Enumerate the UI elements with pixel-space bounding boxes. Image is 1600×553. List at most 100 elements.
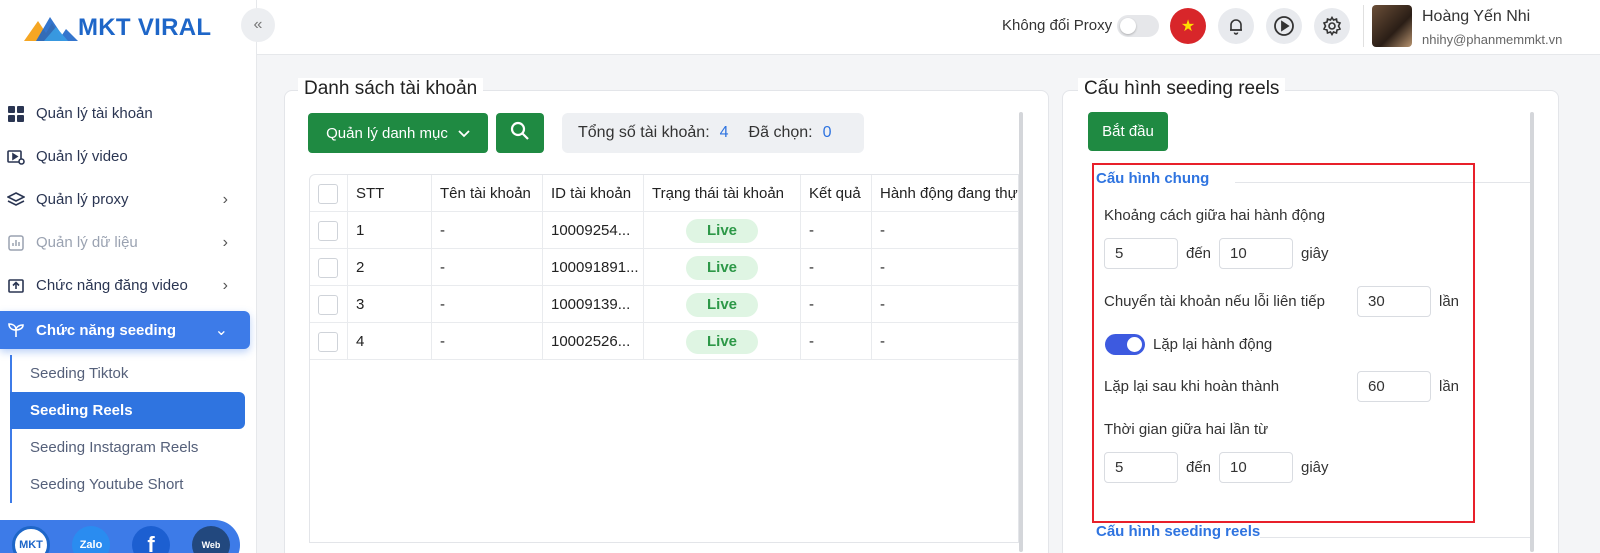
sprout-icon [6, 320, 26, 340]
top-header: Không đổi Proxy ★ Hoàng Yến Nhi nhihy@ph… [257, 0, 1600, 55]
sidebar-item-data[interactable]: Quản lý dữ liệu › [0, 221, 250, 264]
selected-label: Đã chọn: [748, 124, 813, 141]
sidebar-item-videos[interactable]: Quản lý video [0, 135, 250, 178]
zalo-icon[interactable]: Zalo [72, 526, 110, 553]
chevron-down-icon [458, 125, 470, 142]
manage-category-label: Quản lý danh mục [326, 124, 448, 142]
gear-icon[interactable] [1314, 8, 1350, 44]
chevron-right-icon: › [222, 190, 228, 208]
search-icon [510, 121, 530, 145]
social-bar: MKT Zalo f Web [0, 520, 240, 553]
table-header-row: STT Tên tài khoản ID tài khoản Trạng thá… [310, 175, 1018, 212]
cell-action: - [880, 222, 885, 239]
chevron-right-icon: › [222, 276, 228, 294]
table-row[interactable]: 1 - 10009254... Live - - [310, 212, 1018, 249]
app-logo[interactable]: MKT VIRAL [22, 10, 211, 46]
collapse-sidebar-button[interactable]: « [241, 8, 275, 42]
website-icon[interactable]: Web [192, 526, 230, 553]
vietnam-flag-icon[interactable]: ★ [1170, 8, 1206, 44]
status-badge: Live [686, 255, 758, 280]
account-list-title: Danh sách tài khoản [298, 78, 484, 100]
sidebar-item-label: Quản lý video [36, 148, 128, 165]
cell-id: 10009254... [543, 212, 644, 249]
table-row[interactable]: 3 - 10009139... Live - - [310, 286, 1018, 323]
cell-result: - [801, 286, 872, 323]
avatar[interactable] [1372, 5, 1412, 47]
cell-result: - [801, 249, 872, 286]
highlight-annotation-box [1092, 163, 1475, 523]
column-header[interactable]: ID tài khoản [543, 175, 644, 212]
sidebar-item-label: Chức năng đăng video [36, 277, 188, 294]
status-badge: Live [686, 329, 758, 354]
sidebar-nav: Quản lý tài khoản Quản lý video Quản lý … [0, 92, 250, 503]
total-count: 4 [719, 124, 729, 141]
proxy-toggle[interactable] [1117, 15, 1159, 37]
column-header[interactable]: Kết quả [801, 175, 872, 212]
select-all-cell [310, 175, 348, 212]
sidebar-item-label: Chức năng seeding [36, 321, 177, 339]
table-row[interactable]: 4 - 10002526... Live - - [310, 323, 1018, 360]
upload-icon [6, 276, 26, 296]
cell-action: - [880, 333, 885, 350]
facebook-icon[interactable]: f [132, 526, 170, 553]
search-button[interactable] [496, 113, 544, 153]
sidebar-item-post-video[interactable]: Chức năng đăng video › [0, 264, 250, 307]
cell-action: - [880, 259, 885, 276]
config-scrollbar[interactable] [1530, 112, 1534, 552]
column-header[interactable]: Trạng thái tài khoản [644, 175, 801, 212]
cell-result: - [801, 212, 872, 249]
user-email: nhihy@phanmemmkt.vn [1422, 32, 1563, 47]
status-badge: Live [686, 218, 758, 243]
cell-name: - [432, 249, 543, 286]
column-header[interactable]: Tên tài khoản [432, 175, 543, 212]
cell-stt: 3 [348, 286, 432, 323]
account-stats: Tổng số tài khoản: 4 Đã chọn: 0 [562, 113, 864, 153]
manage-category-button[interactable]: Quản lý danh mục [308, 113, 488, 153]
select-all-checkbox[interactable] [318, 183, 338, 204]
layers-icon [6, 190, 26, 210]
table-scrollbar[interactable] [1019, 112, 1023, 552]
chevron-down-icon: ⌄ [214, 322, 228, 339]
section-divider [1260, 537, 1530, 538]
reels-config-section[interactable]: Cấu hình seeding reels [1096, 523, 1260, 540]
row-checkbox[interactable] [318, 331, 338, 352]
sidebar-item-label: Quản lý tài khoản [36, 105, 153, 122]
grid-icon [6, 104, 26, 124]
cell-name: - [432, 212, 543, 249]
subnav-item-youtube-short[interactable]: Seeding Youtube Short [12, 466, 250, 503]
row-checkbox[interactable] [318, 257, 338, 278]
chevron-right-icon: › [222, 233, 228, 251]
play-circle-icon[interactable] [1266, 8, 1302, 44]
subnav-item-tiktok[interactable]: Seeding Tiktok [12, 355, 250, 392]
seeding-subnav: Seeding Tiktok Seeding Reels Seeding Ins… [10, 355, 250, 503]
table-row[interactable]: 2 - 100091891... Live - - [310, 249, 1018, 286]
cell-name: - [432, 286, 543, 323]
cell-id: 100091891... [543, 249, 644, 286]
cell-result: - [801, 323, 872, 360]
sidebar-item-label: Quản lý dữ liệu [36, 234, 138, 251]
bell-icon[interactable] [1218, 8, 1254, 44]
cell-id: 10009139... [543, 286, 644, 323]
row-checkbox[interactable] [318, 294, 338, 315]
cell-stt: 1 [348, 212, 432, 249]
sidebar-item-proxy[interactable]: Quản lý proxy › [0, 178, 250, 221]
cell-action: - [880, 296, 885, 313]
mkt-icon[interactable]: MKT [12, 526, 50, 553]
logo-mark-icon [22, 13, 82, 43]
cell-name: - [432, 323, 543, 360]
cell-stt: 2 [348, 249, 432, 286]
subnav-item-instagram-reels[interactable]: Seeding Instagram Reels [12, 429, 250, 466]
sidebar-item-seeding[interactable]: Chức năng seeding ⌄ [0, 311, 250, 349]
sidebar-item-accounts[interactable]: Quản lý tài khoản [0, 92, 250, 135]
subnav-item-reels[interactable]: Seeding Reels [10, 392, 245, 429]
selected-count: 0 [822, 124, 832, 141]
column-header[interactable]: Hành động đang thự [872, 175, 1018, 212]
proxy-toggle-label: Không đổi Proxy [1002, 17, 1113, 34]
sidebar-item-label: Quản lý proxy [36, 191, 129, 208]
column-header[interactable]: STT [348, 175, 432, 212]
user-name: Hoàng Yến Nhi [1422, 8, 1531, 25]
status-badge: Live [686, 292, 758, 317]
start-button[interactable]: Bắt đầu [1088, 112, 1168, 151]
row-checkbox[interactable] [318, 220, 338, 241]
video-settings-icon [6, 147, 26, 167]
